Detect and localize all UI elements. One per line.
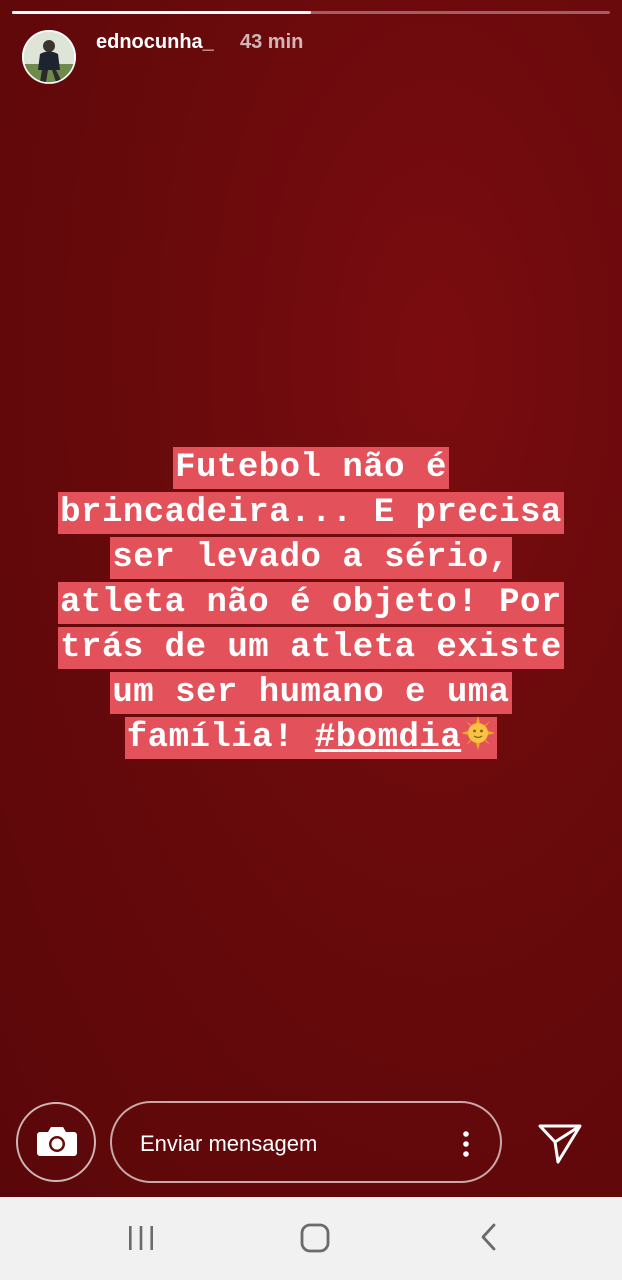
send-icon[interactable] xyxy=(534,1116,586,1168)
story-viewer[interactable]: ednocunha_ 43 min Futebol não é brincade… xyxy=(0,0,622,1197)
caption-line: ser levado a sério, xyxy=(20,536,602,581)
caption-text: atleta não é objeto! Por xyxy=(58,582,564,624)
caption-line: Futebol não é xyxy=(20,446,602,491)
story-progress-bar xyxy=(12,11,610,14)
story-username[interactable]: ednocunha_ xyxy=(96,30,214,54)
back-icon[interactable] xyxy=(476,1221,502,1253)
home-icon[interactable] xyxy=(299,1222,331,1254)
message-placeholder: Enviar mensagem xyxy=(140,1131,318,1156)
more-vertical-icon[interactable] xyxy=(460,1129,472,1159)
caption-line: atleta não é objeto! Por xyxy=(20,581,602,626)
avatar[interactable] xyxy=(22,30,76,84)
recent-apps-icon[interactable] xyxy=(126,1223,156,1253)
avatar-photo xyxy=(22,30,76,84)
caption-text: família! xyxy=(126,719,315,757)
caption-text: brincadeira... E precisa xyxy=(58,492,564,534)
camera-button[interactable] xyxy=(16,1102,96,1182)
caption-line: brincadeira... E precisa xyxy=(20,491,602,536)
story-caption: Futebol não é brincadeira... E precisa s… xyxy=(20,446,602,761)
caption-line: família! #bomdia xyxy=(20,716,602,761)
caption-line: um ser humano e uma xyxy=(20,671,602,716)
caption-text: trás de um atleta existe xyxy=(58,627,564,669)
android-navigation-bar xyxy=(0,1197,622,1280)
hashtag-link[interactable]: #bomdia xyxy=(315,719,461,757)
caption-text: um ser humano e uma xyxy=(110,672,512,714)
camera-icon xyxy=(37,1127,77,1156)
story-timestamp: 43 min xyxy=(240,31,304,53)
story-progress-fill xyxy=(12,11,311,14)
caption-text: ser levado a sério, xyxy=(110,537,512,579)
caption-line: trás de um atleta existe xyxy=(20,626,602,671)
message-input[interactable]: Enviar mensagem xyxy=(110,1101,502,1183)
caption-last-line: família! #bomdia xyxy=(124,716,498,759)
caption-text: Futebol não é xyxy=(173,447,449,489)
sun-with-face-icon xyxy=(461,716,496,750)
